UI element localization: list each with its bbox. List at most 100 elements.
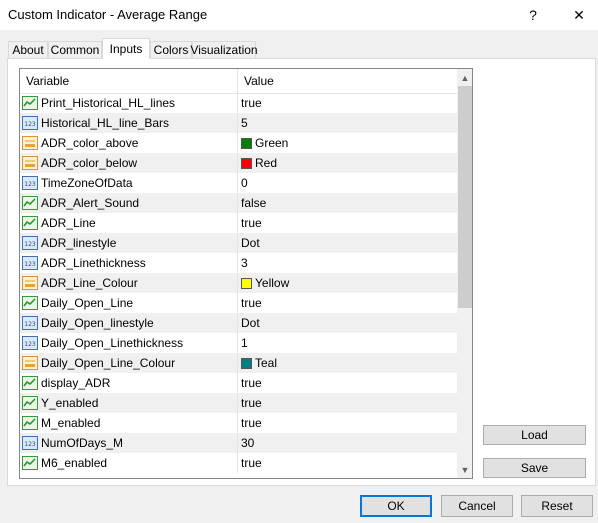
variable-name: ADR_Alert_Sound <box>41 196 140 210</box>
grid-row[interactable]: 123 Daily_Open_Linethickness 1 <box>20 333 457 353</box>
vertical-scrollbar[interactable]: ▲ ▼ <box>457 69 472 478</box>
grid-row[interactable]: 123 Historical_HL_line_Bars 5 <box>20 113 457 133</box>
variable-value[interactable]: Teal <box>241 356 277 370</box>
tab-about[interactable]: About <box>8 41 48 58</box>
cell-divider <box>237 333 238 353</box>
variable-value[interactable]: 3 <box>241 256 248 270</box>
grid-row[interactable]: ADR_Line true <box>20 213 457 233</box>
cell-divider <box>237 193 238 213</box>
close-icon: ✕ <box>573 6 585 23</box>
color-icon <box>22 135 38 151</box>
grid-row[interactable]: M6_enabled true <box>20 453 457 473</box>
variable-value[interactable]: true <box>241 96 262 110</box>
ok-button[interactable]: OK <box>360 495 432 517</box>
grid-row[interactable]: Print_Historical_HL_lines true <box>20 93 457 113</box>
variable-name: Daily_Open_Line <box>41 296 134 310</box>
variable-value-text: Dot <box>241 236 260 250</box>
cell-divider <box>237 313 238 333</box>
inputs-grid: Variable Value Print_Historical_HL_lines… <box>19 68 473 479</box>
close-button[interactable]: ✕ <box>556 0 598 30</box>
bool-icon <box>22 215 38 231</box>
scroll-down-button[interactable]: ▼ <box>457 461 472 478</box>
variable-name: Historical_HL_line_Bars <box>41 116 170 130</box>
chevron-up-icon: ▲ <box>460 72 470 83</box>
variable-value-text: Dot <box>241 316 260 330</box>
grid-row[interactable]: Daily_Open_Line_Colour Teal <box>20 353 457 373</box>
grid-row[interactable]: Y_enabled true <box>20 393 457 413</box>
tab-inputs[interactable]: Inputs <box>102 38 150 59</box>
variable-name: ADR_linestyle <box>41 236 117 250</box>
int-icon: 123 <box>22 335 38 351</box>
cell-divider <box>237 153 238 173</box>
grid-row[interactable]: 123 TimeZoneOfData 0 <box>20 173 457 193</box>
column-divider[interactable] <box>237 69 238 93</box>
help-button[interactable]: ? <box>510 0 556 30</box>
variable-name: Daily_Open_Linethickness <box>41 336 184 350</box>
variable-value[interactable]: Green <box>241 136 288 150</box>
grid-rows: Print_Historical_HL_lines true 123 Historic… <box>20 93 457 473</box>
variable-value-text: 30 <box>241 436 255 450</box>
variable-value[interactable]: false <box>241 196 266 210</box>
svg-text:123: 123 <box>24 321 36 328</box>
variable-name: ADR_Line <box>41 216 96 230</box>
help-icon: ? <box>529 7 537 23</box>
grid-row[interactable]: ADR_Line_Colour Yellow <box>20 273 457 293</box>
cell-divider <box>237 293 238 313</box>
variable-value-text: true <box>241 456 262 470</box>
variable-value[interactable]: 30 <box>241 436 254 450</box>
color-swatch <box>241 278 252 289</box>
tab-visualization[interactable]: Visualization <box>190 41 258 58</box>
variable-name: Y_enabled <box>41 396 99 410</box>
grid-row[interactable]: ADR_color_below Red <box>20 153 457 173</box>
int-icon: 123 <box>22 115 38 131</box>
cell-divider <box>237 173 238 193</box>
variable-value[interactable]: true <box>241 376 262 390</box>
color-swatch <box>241 358 252 369</box>
variable-value[interactable]: Yellow <box>241 276 289 290</box>
bool-icon <box>22 395 38 411</box>
variable-name: ADR_color_above <box>41 136 139 150</box>
cancel-button[interactable]: Cancel <box>441 495 513 517</box>
grid-row[interactable]: 123 ADR_linestyle Dot <box>20 233 457 253</box>
cell-divider <box>237 373 238 393</box>
variable-value-text: true <box>241 396 262 410</box>
grid-row[interactable]: ADR_color_above Green <box>20 133 457 153</box>
variable-value[interactable]: true <box>241 216 262 230</box>
cell-divider <box>237 413 238 433</box>
variable-value[interactable]: true <box>241 396 262 410</box>
variable-value[interactable]: 5 <box>241 116 248 130</box>
scroll-thumb[interactable] <box>458 86 472 308</box>
variable-name: M6_enabled <box>41 456 108 470</box>
grid-row[interactable]: display_ADR true <box>20 373 457 393</box>
grid-row[interactable]: ADR_Alert_Sound false <box>20 193 457 213</box>
variable-value[interactable]: true <box>241 456 262 470</box>
load-button[interactable]: Load <box>483 425 586 445</box>
tab-common[interactable]: Common <box>48 41 102 58</box>
variable-value-text: true <box>241 376 262 390</box>
variable-value[interactable]: Red <box>241 156 277 170</box>
cell-divider <box>237 93 238 113</box>
grid-row[interactable]: M_enabled true <box>20 413 457 433</box>
reset-button[interactable]: Reset <box>521 495 593 517</box>
variable-value-text: true <box>241 216 262 230</box>
grid-row[interactable]: 123 Daily_Open_linestyle Dot <box>20 313 457 333</box>
variable-value[interactable]: true <box>241 296 262 310</box>
column-header-value[interactable]: Value <box>244 74 274 88</box>
variable-value[interactable]: 1 <box>241 336 248 350</box>
grid-row[interactable]: Daily_Open_Line true <box>20 293 457 313</box>
column-header-variable[interactable]: Variable <box>26 74 69 88</box>
grid-row[interactable]: 123 NumOfDays_M 30 <box>20 433 457 453</box>
variable-value[interactable]: true <box>241 416 262 430</box>
variable-value-text: 3 <box>241 256 248 270</box>
variable-value[interactable]: Dot <box>241 316 260 330</box>
variable-value[interactable]: 0 <box>241 176 248 190</box>
variable-name: Daily_Open_linestyle <box>41 316 154 330</box>
color-swatch <box>241 138 252 149</box>
grid-row[interactable]: 123 ADR_Linethickness 3 <box>20 253 457 273</box>
scroll-up-button[interactable]: ▲ <box>457 69 472 86</box>
variable-value[interactable]: Dot <box>241 236 260 250</box>
save-button[interactable]: Save <box>483 458 586 478</box>
tab-colors[interactable]: Colors <box>150 41 192 58</box>
svg-text:123: 123 <box>24 441 36 448</box>
color-icon <box>22 355 38 371</box>
